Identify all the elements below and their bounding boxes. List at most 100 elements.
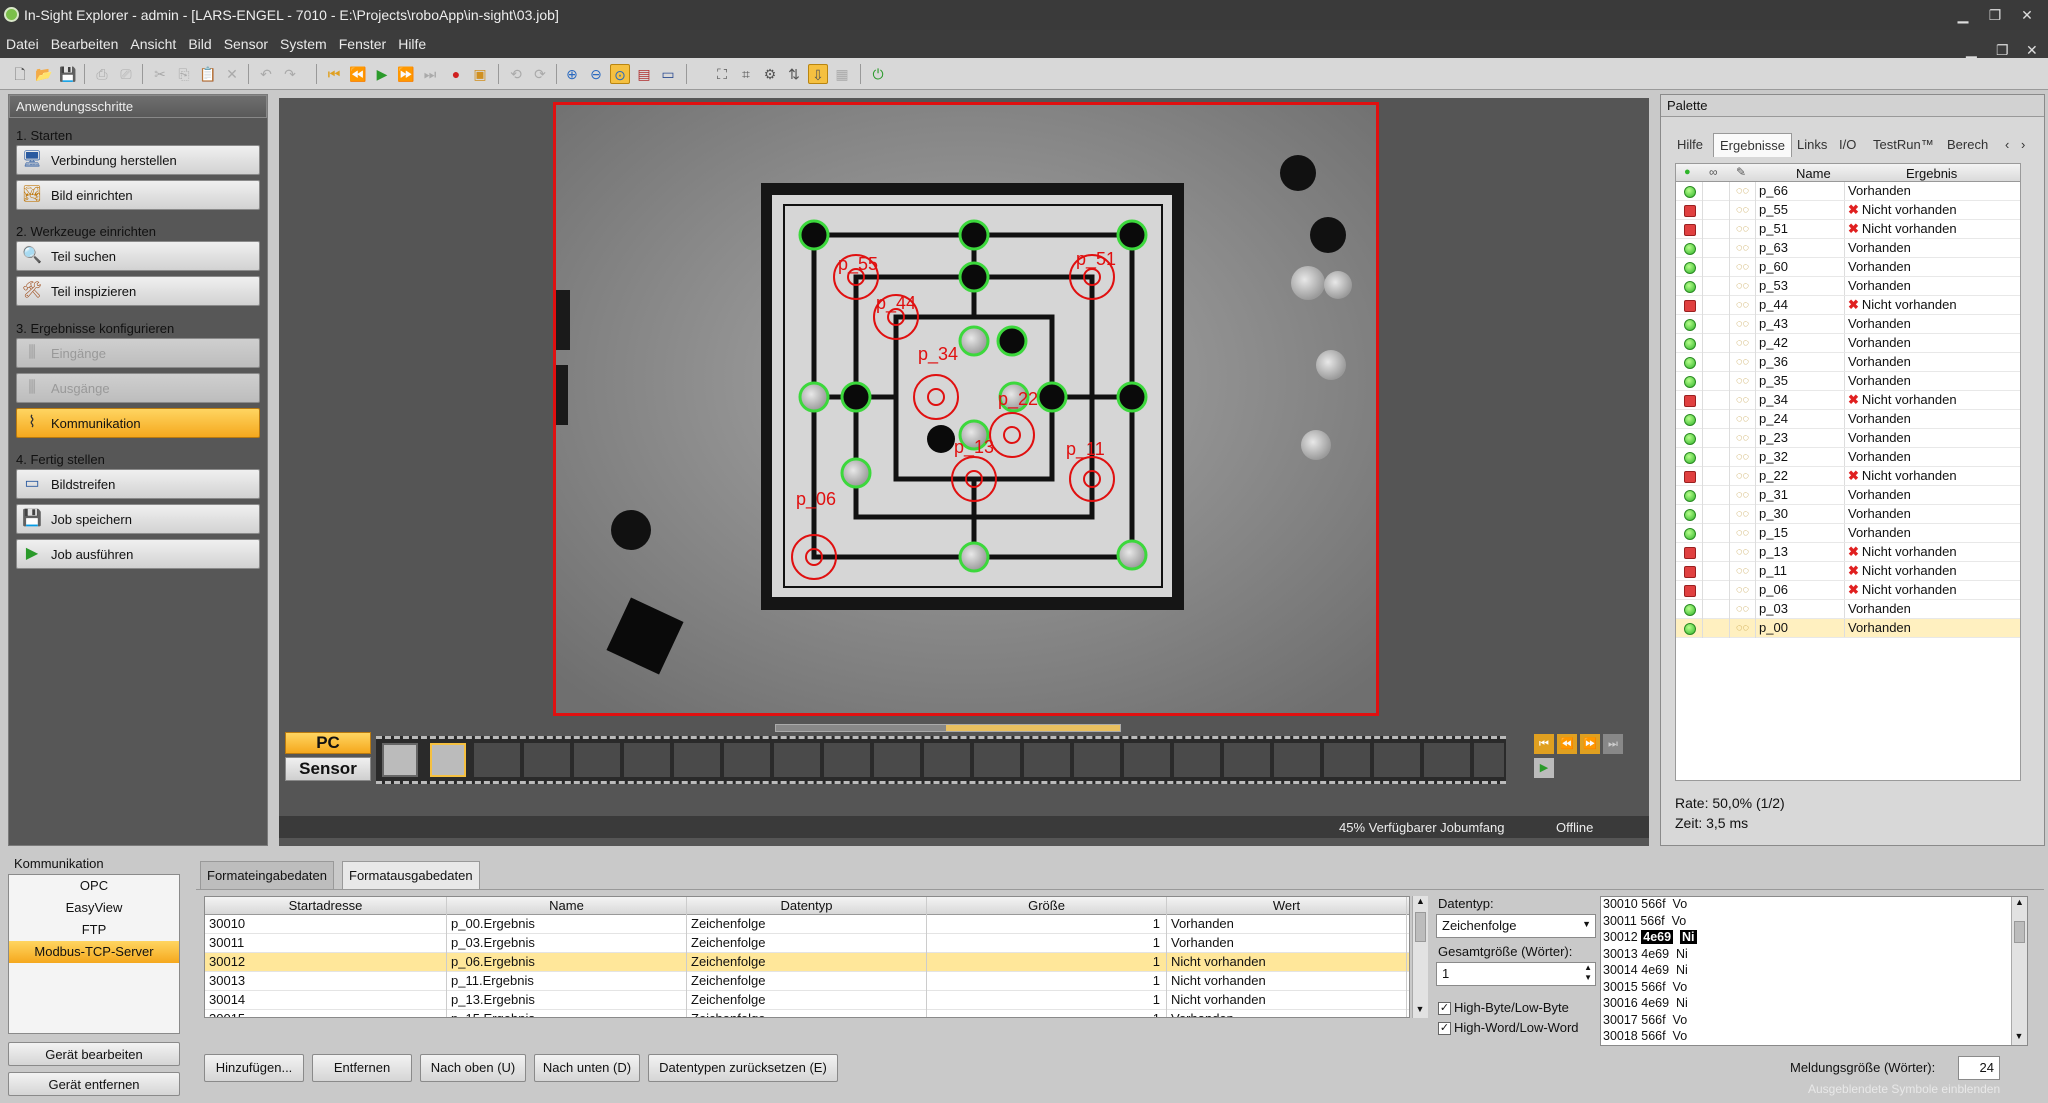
filmstrip-frame-2[interactable] [430,743,466,777]
grid-icon[interactable]: ⌗ [736,64,756,84]
result-row[interactable]: ◌◌ p_31 Vorhanden [1676,486,2020,505]
tab-format-input-data[interactable]: Formateingabedaten [200,861,334,889]
filmstrip-frame-1[interactable] [382,743,418,777]
result-row[interactable]: ◌◌ p_13 ✖ Nicht vorhanden [1676,543,2020,562]
connect-button[interactable]: 🖥 Verbindung herstellen [16,145,260,175]
datatype-select[interactable]: Zeichenfolge ▼ [1436,914,1596,938]
result-row[interactable]: ◌◌ p_06 ✖ Nicht vorhanden [1676,581,2020,600]
name-column-header[interactable]: Name [1796,166,1831,181]
tab-testrun[interactable]: TestRun™ [1867,133,1940,157]
undo-icon[interactable]: ↶ [256,64,276,84]
format-table-row[interactable]: 30010 p_00.Ergebnis Zeichenfolge 1 Vorhanden [205,915,1409,934]
close-button[interactable]: ✕ [2016,5,2038,25]
zoom-out-icon[interactable]: ⊖ [586,64,606,84]
zoom-fit-icon[interactable]: ⊙ [610,64,630,84]
inputs-button[interactable]: ⫼ Eingänge [16,338,260,368]
tab-scroll-left-icon[interactable]: ‹ [1999,133,2015,157]
result-row[interactable]: ◌◌ p_00 Vorhanden [1676,619,2020,638]
result-row[interactable]: ◌◌ p_32 Vorhanden [1676,448,2020,467]
open-folder-icon[interactable]: 📂 [34,64,54,84]
new-file-icon[interactable]: 🗋 [10,64,30,84]
device-ftp[interactable]: FTP [9,919,179,941]
high-word-checkbox[interactable]: ✓ [1438,1022,1451,1035]
remove-button[interactable]: Entfernen [312,1054,412,1082]
mdi-close-button[interactable]: ✕ [2020,36,2038,59]
previous-image-icon[interactable]: ⏪ [348,64,368,84]
move-up-button[interactable]: Nach oben (U) [420,1054,526,1082]
minimize-button[interactable]: ▁ [1952,5,1974,25]
menu-datei[interactable]: Datei [0,30,45,52]
format-table-row[interactable]: 30012 p_06.Ergebnis Zeichenfolge 1 Nicht vor… [205,953,1409,972]
first-image-icon[interactable]: ⏮ [324,64,344,84]
result-row[interactable]: ◌◌ p_51 ✖ Nicht vorhanden [1676,220,2020,239]
stepper-arrows-icon[interactable]: ▲ ▼ [1584,963,1592,983]
result-row[interactable]: ◌◌ p_43 Vorhanden [1676,315,2020,334]
record-icon[interactable]: ● [446,64,466,84]
outputs-button[interactable]: ⫼ Ausgänge [16,373,260,403]
high-byte-checkbox[interactable]: ✓ [1438,1002,1451,1015]
image-chart-icon[interactable]: ▤ [634,64,654,84]
result-row[interactable]: ◌◌ p_53 Vorhanden [1676,277,2020,296]
run-job-button[interactable]: ▶ Job ausführen [16,539,260,569]
play-icon[interactable]: ▶ [372,64,392,84]
filmstrip-play-icon[interactable]: ▶ [1534,758,1554,778]
cut-icon[interactable]: ✂ [150,64,170,84]
communication-button[interactable]: ⌇ Kommunikation [16,408,260,438]
save-icon[interactable]: 💾 [58,64,78,84]
device-easyview[interactable]: EasyView [9,897,179,919]
tab-io[interactable]: I/O [1833,133,1862,157]
hex-scroll-thumb[interactable] [2014,921,2025,943]
image-setup-button[interactable]: 🏞 Bild einrichten [16,180,260,210]
result-column-header[interactable]: Ergebnis [1906,166,1957,181]
tab-results[interactable]: Ergebnisse [1713,133,1793,157]
message-size-field[interactable]: 24 [1958,1056,2000,1080]
result-row[interactable]: ◌◌ p_42 Vorhanden [1676,334,2020,353]
result-row[interactable]: ◌◌ p_60 Vorhanden [1676,258,2020,277]
tab-calculations[interactable]: Berech [1941,133,1994,157]
restore-button[interactable]: ❐ [1984,5,2006,25]
menu-fenster[interactable]: Fenster [333,30,392,52]
filmstrip-scroll-thumb[interactable] [946,725,1120,731]
format-table-scrollbar[interactable]: ▲ ▼ [1412,896,1428,1018]
power-icon[interactable]: ⏻ [868,64,888,84]
result-row[interactable]: ◌◌ p_63 Vorhanden [1676,239,2020,258]
column-datatype[interactable]: Datentyp [687,897,927,916]
result-row[interactable]: ◌◌ p_15 Vorhanden [1676,524,2020,543]
menu-hilfe[interactable]: Hilfe [392,30,432,52]
column-start-address[interactable]: Startadresse [205,897,447,916]
save-job-button[interactable]: 💾 Job speichern [16,504,260,534]
total-size-stepper[interactable]: 1 ▲ ▼ [1436,962,1596,986]
result-row[interactable]: ◌◌ p_30 Vorhanden [1676,505,2020,524]
column-name[interactable]: Name [447,897,687,916]
fit-window-icon[interactable]: ⛶ [712,64,732,84]
mdi-restore-button[interactable]: ❐ [1990,36,2009,59]
format-table-row[interactable]: 30013 p_11.Ergebnis Zeichenfolge 1 Nicht vor… [205,972,1409,991]
settings-icon[interactable]: ⚙ [760,64,780,84]
trigger-icon[interactable]: ▦ [832,64,852,84]
zoom-in-icon[interactable]: ⊕ [562,64,582,84]
rotate-left-icon[interactable]: ⟲ [506,64,526,84]
filmstrip-next-icon[interactable]: ⏩ [1580,734,1600,754]
display-icon[interactable]: ▭ [658,64,678,84]
snapshot-icon[interactable]: ▣ [470,64,490,84]
hex-scroll-down-icon[interactable]: ▼ [2012,1031,2026,1045]
menu-system[interactable]: System [274,30,333,52]
move-down-button[interactable]: Nach unten (D) [534,1054,640,1082]
hex-scroll-up-icon[interactable]: ▲ [2012,897,2027,911]
io-icon[interactable]: ⇅ [784,64,804,84]
column-value[interactable]: Wert [1167,897,1407,916]
reset-datatypes-button[interactable]: Datentypen zurücksetzen (E) [648,1054,838,1082]
device-opc[interactable]: OPC [9,875,179,897]
result-row[interactable]: ◌◌ p_22 ✖ Nicht vorhanden [1676,467,2020,486]
mdi-minimize-button[interactable]: ▁ [1960,36,1978,59]
last-image-icon[interactable]: ⏭ [420,64,440,84]
delete-icon[interactable]: ✕ [222,64,242,84]
filmstrip-scroll-track[interactable] [775,724,1121,732]
locate-part-button[interactable]: 🔍 Teil suchen [16,241,260,271]
pc-source-button[interactable]: PC [285,732,371,754]
result-row[interactable]: ◌◌ p_66 Vorhanden [1676,182,2020,201]
format-table-row[interactable]: 30011 p_03.Ergebnis Zeichenfolge 1 Vorhanden [205,934,1409,953]
rotate-right-icon[interactable]: ⟳ [530,64,550,84]
redo-icon[interactable]: ↷ [280,64,300,84]
print-preview-icon[interactable]: ⎚ [116,64,136,84]
